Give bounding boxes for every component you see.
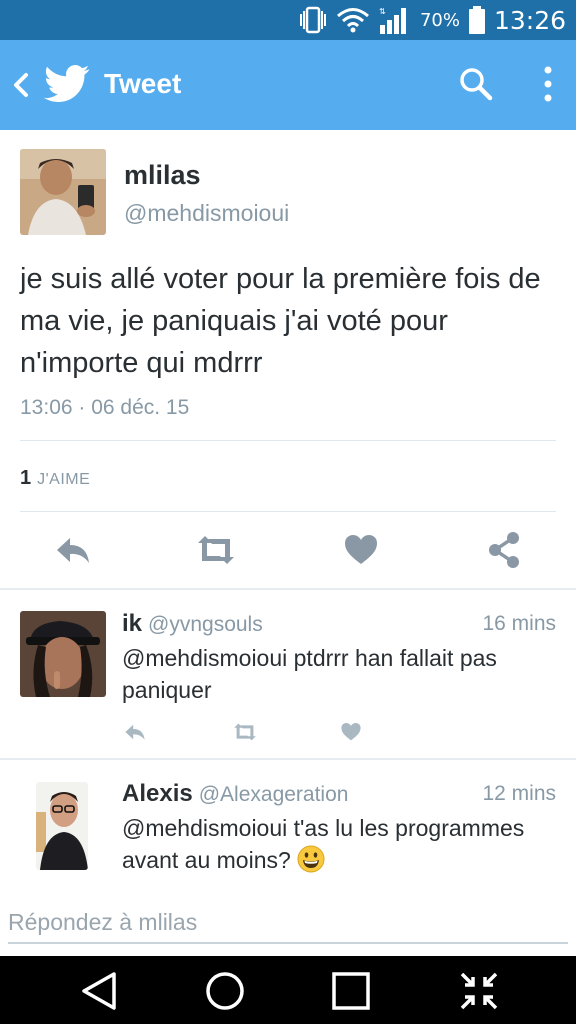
tweet-timestamp: 13:06 · 06 déc. 15 xyxy=(20,396,190,419)
like-icon[interactable] xyxy=(343,530,379,575)
reply-author-handle: @yvngsouls xyxy=(148,613,263,636)
reply-composer xyxy=(0,896,576,956)
battery-percent: 70% xyxy=(419,9,460,31)
nav-back-icon[interactable] xyxy=(78,970,120,1012)
nav-recents-icon[interactable] xyxy=(330,970,372,1012)
reply-author-name: Alexis xyxy=(122,780,193,807)
likes-label: J'AIME xyxy=(37,471,91,488)
more-vert-icon[interactable] xyxy=(540,64,556,104)
wifi-icon xyxy=(336,6,370,34)
likes-count[interactable]: 1 J'AIME xyxy=(20,467,90,490)
like-icon[interactable] xyxy=(340,720,362,749)
search-icon[interactable] xyxy=(458,66,494,107)
page-title: Tweet xyxy=(104,68,182,99)
author-name[interactable]: mlilas xyxy=(124,160,201,191)
reply-author[interactable]: ik @yvngsouls xyxy=(122,610,263,638)
grinning-face-emoji-icon xyxy=(297,845,325,873)
nav-dual-window-icon[interactable] xyxy=(458,970,500,1012)
reply-text: @mehdismoioui ptdrrr han fallait pas pan… xyxy=(122,645,497,703)
reply-text: @mehdismoioui t'as lu les programmes ava… xyxy=(122,812,562,876)
retweet-icon[interactable] xyxy=(194,530,238,575)
reply-icon[interactable] xyxy=(54,530,92,575)
tweet-actions xyxy=(0,530,576,574)
divider xyxy=(20,440,556,441)
clock: 13:26 xyxy=(493,5,566,35)
main-tweet: mlilas @mehdismoioui je suis allé voter … xyxy=(0,130,576,590)
reply-author-handle: @Alexageration xyxy=(198,783,349,806)
retweet-icon[interactable] xyxy=(230,720,260,749)
svg-text:⇅: ⇅ xyxy=(379,7,386,16)
avatar[interactable] xyxy=(36,782,88,870)
twitter-bird-icon xyxy=(44,64,90,109)
status-bar: ⇅ 70% 13:26 xyxy=(0,0,576,40)
battery-icon xyxy=(468,5,486,35)
reply-input[interactable] xyxy=(8,902,568,944)
reply-tweet[interactable]: ik @yvngsouls 16 mins @mehdismoioui ptdrr… xyxy=(0,592,576,760)
nav-home-icon[interactable] xyxy=(204,970,246,1012)
reply-author[interactable]: Alexis @Alexageration xyxy=(122,780,348,808)
reply-time: 16 mins xyxy=(482,612,556,635)
navigation-bar xyxy=(0,956,576,1024)
reply-icon[interactable] xyxy=(122,720,148,749)
likes-number: 1 xyxy=(20,467,32,489)
vibrate-icon xyxy=(298,5,328,35)
app-bar: Tweet xyxy=(0,40,576,130)
reply-tweet[interactable]: Alexis @Alexageration 12 mins @mehdismoio… xyxy=(0,762,576,896)
reply-time: 12 mins xyxy=(482,782,556,805)
divider xyxy=(20,511,556,512)
tweet-text: je suis allé voter pour la première fois… xyxy=(20,263,541,379)
avatar[interactable] xyxy=(20,149,106,235)
reply-author-name: ik xyxy=(122,610,143,637)
back-arrow-icon[interactable] xyxy=(8,68,32,102)
avatar[interactable] xyxy=(20,611,106,697)
share-icon[interactable] xyxy=(486,530,522,575)
signal-icon: ⇅ xyxy=(378,5,412,35)
author-handle[interactable]: @mehdismoioui xyxy=(124,200,289,227)
